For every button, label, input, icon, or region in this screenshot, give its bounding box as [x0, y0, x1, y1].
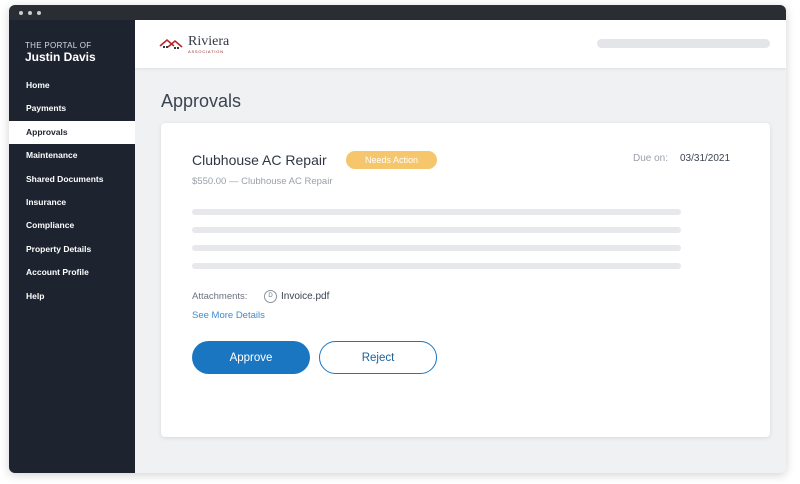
logo-subtitle: ASSOCIATION: [188, 49, 224, 54]
window-dot-icon: [28, 10, 32, 15]
sidebar-item-insurance[interactable]: Insurance: [9, 191, 135, 214]
text-placeholder-line: [192, 227, 681, 233]
attachment-link[interactable]: Invoice.pdf: [281, 291, 329, 302]
portal-user-name: Justin Davis: [25, 50, 96, 64]
sidebar-item-property-details[interactable]: Property Details: [9, 238, 135, 261]
approval-card: Clubhouse AC Repair Needs Action Due on:…: [161, 123, 770, 437]
text-placeholder-line: [192, 245, 681, 251]
approval-amount: $550.00 — Clubhouse AC Repair: [192, 176, 333, 187]
due-label: Due on:: [633, 153, 669, 164]
sidebar-item-help[interactable]: Help: [9, 285, 135, 308]
sidebar-nav: Home Payments Approvals Maintenance Shar…: [9, 74, 135, 308]
window-dot-icon: [37, 10, 41, 15]
due-date: 03/31/2021: [680, 153, 731, 164]
logo-name: Riviera: [188, 34, 230, 49]
status-badge: Needs Action: [346, 151, 437, 169]
document-icon: D: [264, 290, 277, 303]
portal-label: THE PORTAL OF: [25, 41, 92, 50]
approval-title: Clubhouse AC Repair: [192, 152, 327, 168]
sidebar-item-maintenance[interactable]: Maintenance: [9, 144, 135, 167]
window-titlebar: [9, 5, 786, 20]
top-bar: Riviera ASSOCIATION: [135, 20, 786, 68]
text-placeholder-line: [192, 263, 681, 269]
sidebar-item-approvals[interactable]: Approvals: [9, 120, 135, 145]
window-dot-icon: [19, 10, 23, 15]
sidebar-item-account-profile[interactable]: Account Profile: [9, 261, 135, 284]
sidebar: THE PORTAL OF Justin Davis Home Payments…: [9, 20, 135, 473]
sidebar-item-payments[interactable]: Payments: [9, 97, 135, 120]
attachments-label: Attachments:: [192, 291, 248, 302]
page-title: Approvals: [161, 91, 242, 111]
sidebar-item-compliance[interactable]: Compliance: [9, 214, 135, 237]
search-bar-placeholder[interactable]: [597, 39, 770, 48]
text-placeholder-line: [192, 209, 681, 215]
see-more-details-link[interactable]: See More Details: [192, 310, 265, 321]
house-roof-icon: [159, 38, 183, 49]
browser-window: THE PORTAL OF Justin Davis Home Payments…: [9, 5, 786, 473]
sidebar-item-home[interactable]: Home: [9, 74, 135, 97]
sidebar-item-shared-documents[interactable]: Shared Documents: [9, 168, 135, 191]
approve-button[interactable]: Approve: [192, 341, 310, 374]
logo[interactable]: Riviera ASSOCIATION: [159, 35, 229, 54]
reject-button[interactable]: Reject: [319, 341, 437, 374]
